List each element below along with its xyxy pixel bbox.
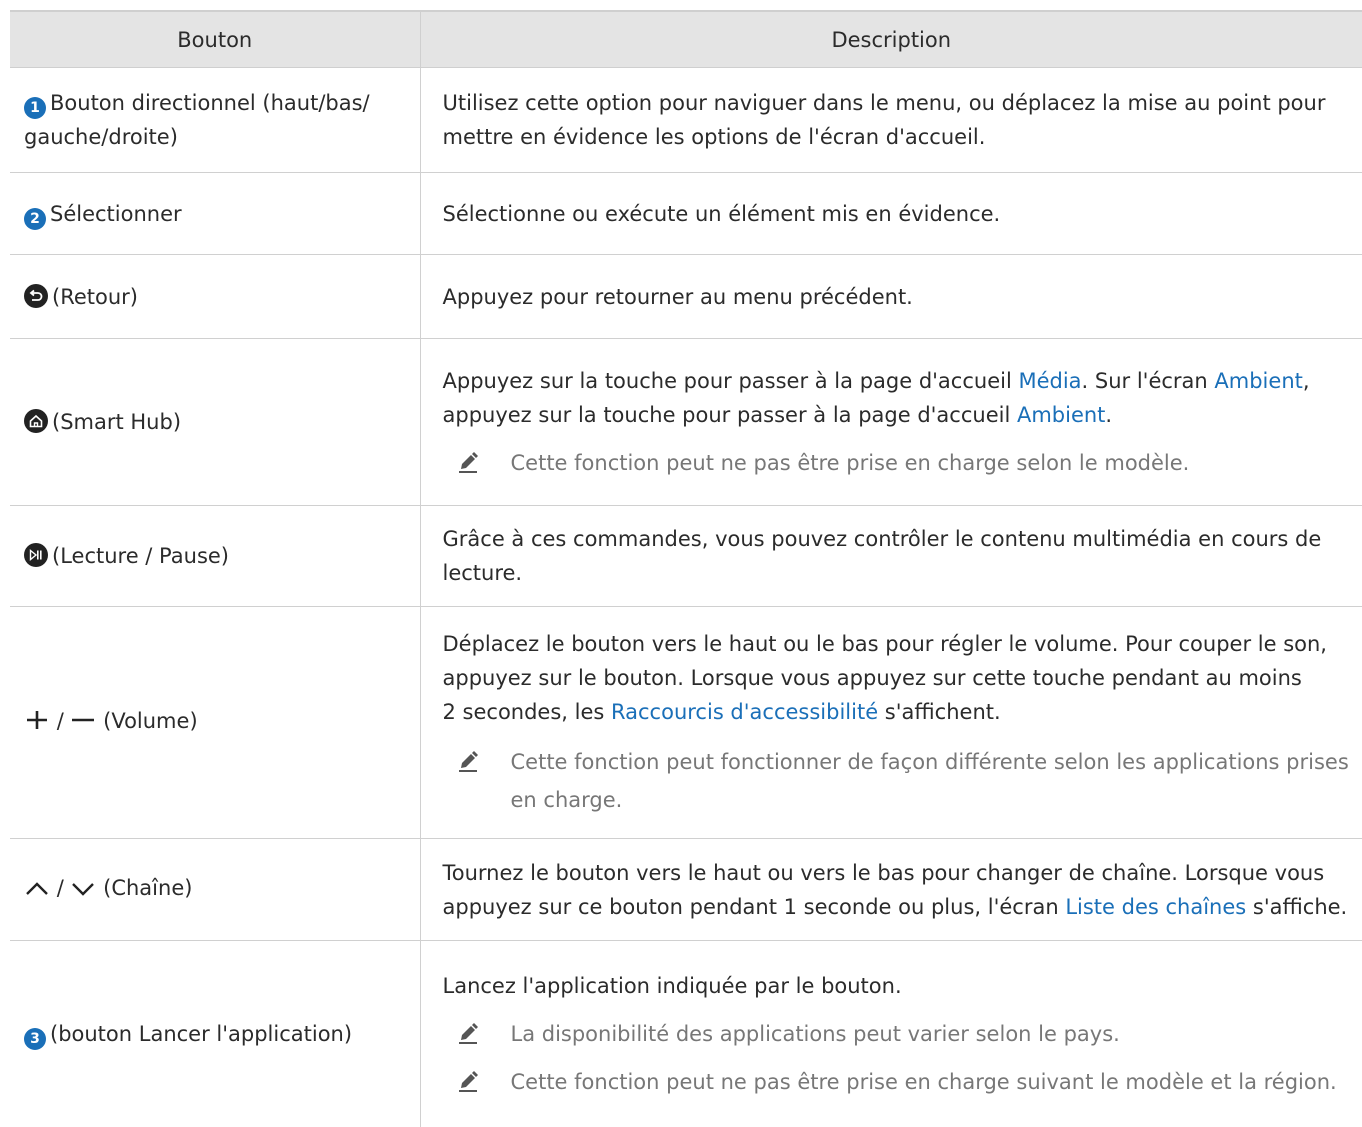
table-row: (Retour) Appuyez pour retourner au menu … (10, 254, 1362, 339)
channel-list-link[interactable]: Liste des chaînes (1065, 895, 1246, 919)
button-label: Bouton directionnel (haut/bas/ gauche/dr… (24, 91, 370, 149)
note-text: La disponibilité des applications peut v… (510, 1021, 1120, 1046)
media-link[interactable]: Média (1018, 369, 1081, 393)
pencil-icon (457, 1021, 479, 1055)
description-line: Tournez le bouton vers le haut ou vers l… (442, 860, 1325, 885)
ambient-link[interactable]: Ambient (1214, 369, 1302, 393)
table-row: 2 Sélectionner Sélectionne ou exécute un … (10, 172, 1362, 255)
minus-icon (70, 707, 96, 741)
description-cell: Déplacez le bouton vers le haut ou le ba… (420, 606, 1362, 839)
description-cell: Appuyez sur la touche pour passer à la p… (420, 338, 1362, 506)
description-text: Sélectionne ou exécute un élément mis en… (442, 201, 1001, 226)
button-label: (Volume) (103, 709, 198, 733)
description-text: Appuyez pour retourner au menu précédent… (442, 284, 913, 309)
description-line: Déplacez le bouton vers le haut ou le ba… (442, 631, 1327, 656)
column-header-description: Description (420, 10, 1362, 68)
button-cell: 1 Bouton directionnel (haut/bas/ gauche/d… (10, 67, 421, 173)
button-label: (Chaîne) (103, 876, 193, 900)
description-cell: Sélectionne ou exécute un élément mis en… (420, 172, 1362, 255)
table-row: / (Volume) Déplacez le bouton vers le ha… (10, 606, 1362, 839)
pencil-icon (457, 1069, 479, 1103)
button-label: (Lecture / Pause) (52, 544, 230, 568)
slash-separator: / (56, 876, 64, 900)
description-line: 2 secondes, les Raccourcis d'accessibili… (442, 699, 1001, 724)
note-text: Cette fonction peut ne pas être prise en… (510, 451, 1190, 475)
description-line: appuyez sur la touche pour passer à la p… (442, 403, 1113, 427)
button-cell: (Lecture / Pause) (10, 505, 421, 607)
chevron-down-icon (70, 874, 96, 908)
description-line: appuyez sur ce bouton pendant 1 seconde … (442, 894, 1348, 919)
home-icon (24, 409, 48, 433)
table-header-row: Bouton Description (10, 10, 1362, 68)
button-label: (bouton Lancer l'application) (50, 1021, 353, 1046)
note-text: Cette fonction peut ne pas être prise en… (510, 1069, 1337, 1094)
table-row: 1 Bouton directionnel (haut/bas/ gauche/d… (10, 67, 1362, 173)
description-text: Utilisez cette option pour naviguer dans… (442, 91, 1326, 149)
description-line: Lancez l'application indiquée par le bou… (442, 973, 902, 998)
note-text: Cette fonction peut fonctionner de façon… (510, 749, 1349, 812)
number-3-icon: 3 (24, 1027, 46, 1050)
table-row: (Lecture / Pause) Grâce à ces commandes,… (10, 505, 1362, 607)
button-label: (Retour) (52, 284, 138, 309)
description-cell: Tournez le bouton vers le haut ou vers l… (420, 838, 1362, 941)
plus-icon (24, 707, 50, 741)
note: Cette fonction peut fonctionner de façon… (443, 743, 1353, 819)
note: Cette fonction peut ne pas être prise en… (443, 446, 1353, 480)
button-cell: 2 Sélectionner (10, 172, 421, 255)
button-cell: / (Volume) (10, 606, 421, 839)
accessibility-shortcuts-link[interactable]: Raccourcis d'accessibilité (611, 700, 878, 724)
remote-buttons-table: Bouton Description 1 Bouton directionnel … (10, 10, 1362, 1127)
button-label: (Smart Hub) (52, 410, 182, 434)
button-cell: (Smart Hub) (10, 338, 421, 506)
description-line: Appuyez sur la touche pour passer à la p… (442, 369, 1310, 393)
button-cell: / (Chaîne) (10, 838, 421, 941)
table-row: (Smart Hub) Appuyez sur la touche pour p… (10, 338, 1362, 506)
pencil-icon (457, 450, 479, 484)
pencil-icon (457, 747, 479, 785)
description-cell: Appuyez pour retourner au menu précédent… (420, 254, 1362, 339)
column-header-button: Bouton (10, 10, 421, 68)
slash-separator: / (56, 709, 64, 733)
button-label: Sélectionner (50, 201, 182, 226)
note: La disponibilité des applications peut v… (443, 1017, 1353, 1051)
description-cell: Lancez l'application indiquée par le bou… (420, 941, 1362, 1127)
number-2-icon: 2 (24, 207, 46, 230)
note: Cette fonction peut ne pas être prise en… (443, 1065, 1353, 1099)
ambient-link[interactable]: Ambient (1017, 403, 1105, 427)
description-cell: Grâce à ces commandes, vous pouvez contr… (420, 505, 1362, 607)
button-cell: (Retour) (10, 254, 421, 339)
table-row: / (Chaîne) Tournez le bouton vers le hau… (10, 838, 1362, 941)
chevron-up-icon (24, 874, 50, 908)
description-line: appuyez sur le bouton. Lorsque vous appu… (442, 665, 1302, 690)
play-pause-icon (24, 543, 48, 567)
table-row: 3 (bouton Lancer l'application) Lancez l'… (10, 940, 1362, 1127)
return-icon (24, 283, 48, 308)
number-1-icon: 1 (24, 97, 46, 119)
description-cell: Utilisez cette option pour naviguer dans… (420, 67, 1362, 173)
description-text: Grâce à ces commandes, vous pouvez contr… (442, 527, 1322, 585)
button-cell: 3 (bouton Lancer l'application) (10, 940, 421, 1127)
